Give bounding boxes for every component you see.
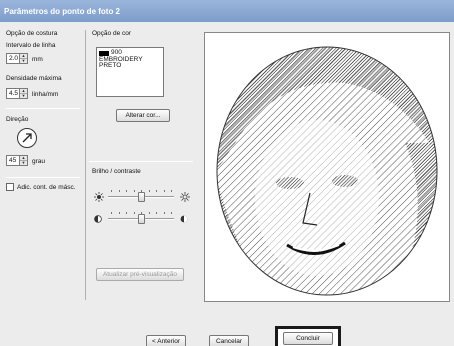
cancel-button[interactable]: Cancelar (209, 335, 249, 346)
slider-tick (148, 212, 150, 214)
slider-tick (156, 212, 157, 214)
add-outline-label: Adic. cont. de másc. (17, 184, 76, 191)
slider-tick (118, 190, 120, 192)
spin-arrows-icon[interactable]: ▲ ▼ (20, 53, 28, 64)
brightness-slider-thumb[interactable] (137, 192, 145, 202)
divider (89, 161, 193, 162)
slider-tick (141, 190, 142, 192)
direction-value[interactable]: 45 (6, 155, 20, 166)
line-interval-spinner[interactable]: 2.0 ▲ ▼ (6, 53, 28, 64)
dialog-body: Opção de costura Intervalo de linha 2.0 … (0, 22, 454, 346)
change-color-button[interactable]: Alterar cor... (116, 109, 170, 122)
direction-label: Direção (6, 116, 29, 123)
slider-tick (163, 212, 165, 214)
color-options-label: Opção de cor (92, 30, 132, 37)
slider-tick (126, 190, 127, 192)
window-title: Parâmetros do ponto de foto 2 (4, 7, 121, 16)
max-density-unit: linha/mm (32, 91, 59, 98)
contrast-icon (180, 215, 188, 223)
max-density-label: Densidade máxima (6, 75, 62, 82)
stitch-preview (204, 32, 450, 302)
max-density-value[interactable]: 4.5 (6, 88, 20, 99)
spin-arrows-icon[interactable]: ▲ ▼ (20, 88, 28, 99)
add-outline-checkbox[interactable] (6, 183, 14, 191)
spin-arrows-icon[interactable]: ▲ ▼ (20, 155, 28, 166)
line-interval-label: Intervalo de linha (6, 42, 56, 49)
slider-tick (111, 212, 112, 214)
slider-tick (156, 190, 157, 192)
sun-icon (94, 192, 104, 202)
direction-spinner[interactable]: 45 ▲ ▼ (6, 155, 28, 166)
direction-dial-icon[interactable] (17, 128, 37, 148)
slider-tick (171, 190, 172, 192)
slider-tick (163, 190, 165, 192)
slider-tick (133, 190, 135, 192)
max-density-spinner[interactable]: 4.5 ▲ ▼ (6, 88, 28, 99)
brightness-contrast-label: Brilho / contraste (92, 168, 141, 175)
column-separator (85, 30, 86, 300)
stitch-options-label: Opção de costura (6, 30, 58, 37)
color-name: PRETO (99, 62, 122, 69)
line-interval-value[interactable]: 2.0 (6, 53, 20, 64)
photo-stitch-image (216, 46, 438, 296)
contrast-slider-thumb[interactable] (137, 214, 145, 224)
sun-icon (180, 192, 190, 202)
window-title-bar: Parâmetros do ponto de foto 2 (0, 0, 454, 22)
finish-button[interactable]: Concluir (283, 332, 333, 345)
slider-tick (133, 212, 135, 214)
slider-tick (126, 212, 127, 214)
back-button[interactable]: < Anterior (146, 335, 186, 346)
slider-tick (111, 190, 112, 192)
update-preview-button[interactable]: Atualizar pré-visualização (96, 268, 184, 281)
divider (6, 177, 80, 178)
slider-tick (141, 212, 142, 214)
slider-tick (148, 190, 150, 192)
color-list[interactable]: 900 EMBROIDERY PRETO (96, 47, 164, 97)
contrast-icon (94, 215, 102, 223)
slider-tick (171, 212, 172, 214)
divider (6, 108, 80, 109)
slider-tick (118, 212, 120, 214)
direction-unit: grau (32, 158, 46, 165)
color-swatch (99, 50, 109, 56)
line-interval-unit: mm (32, 56, 43, 63)
